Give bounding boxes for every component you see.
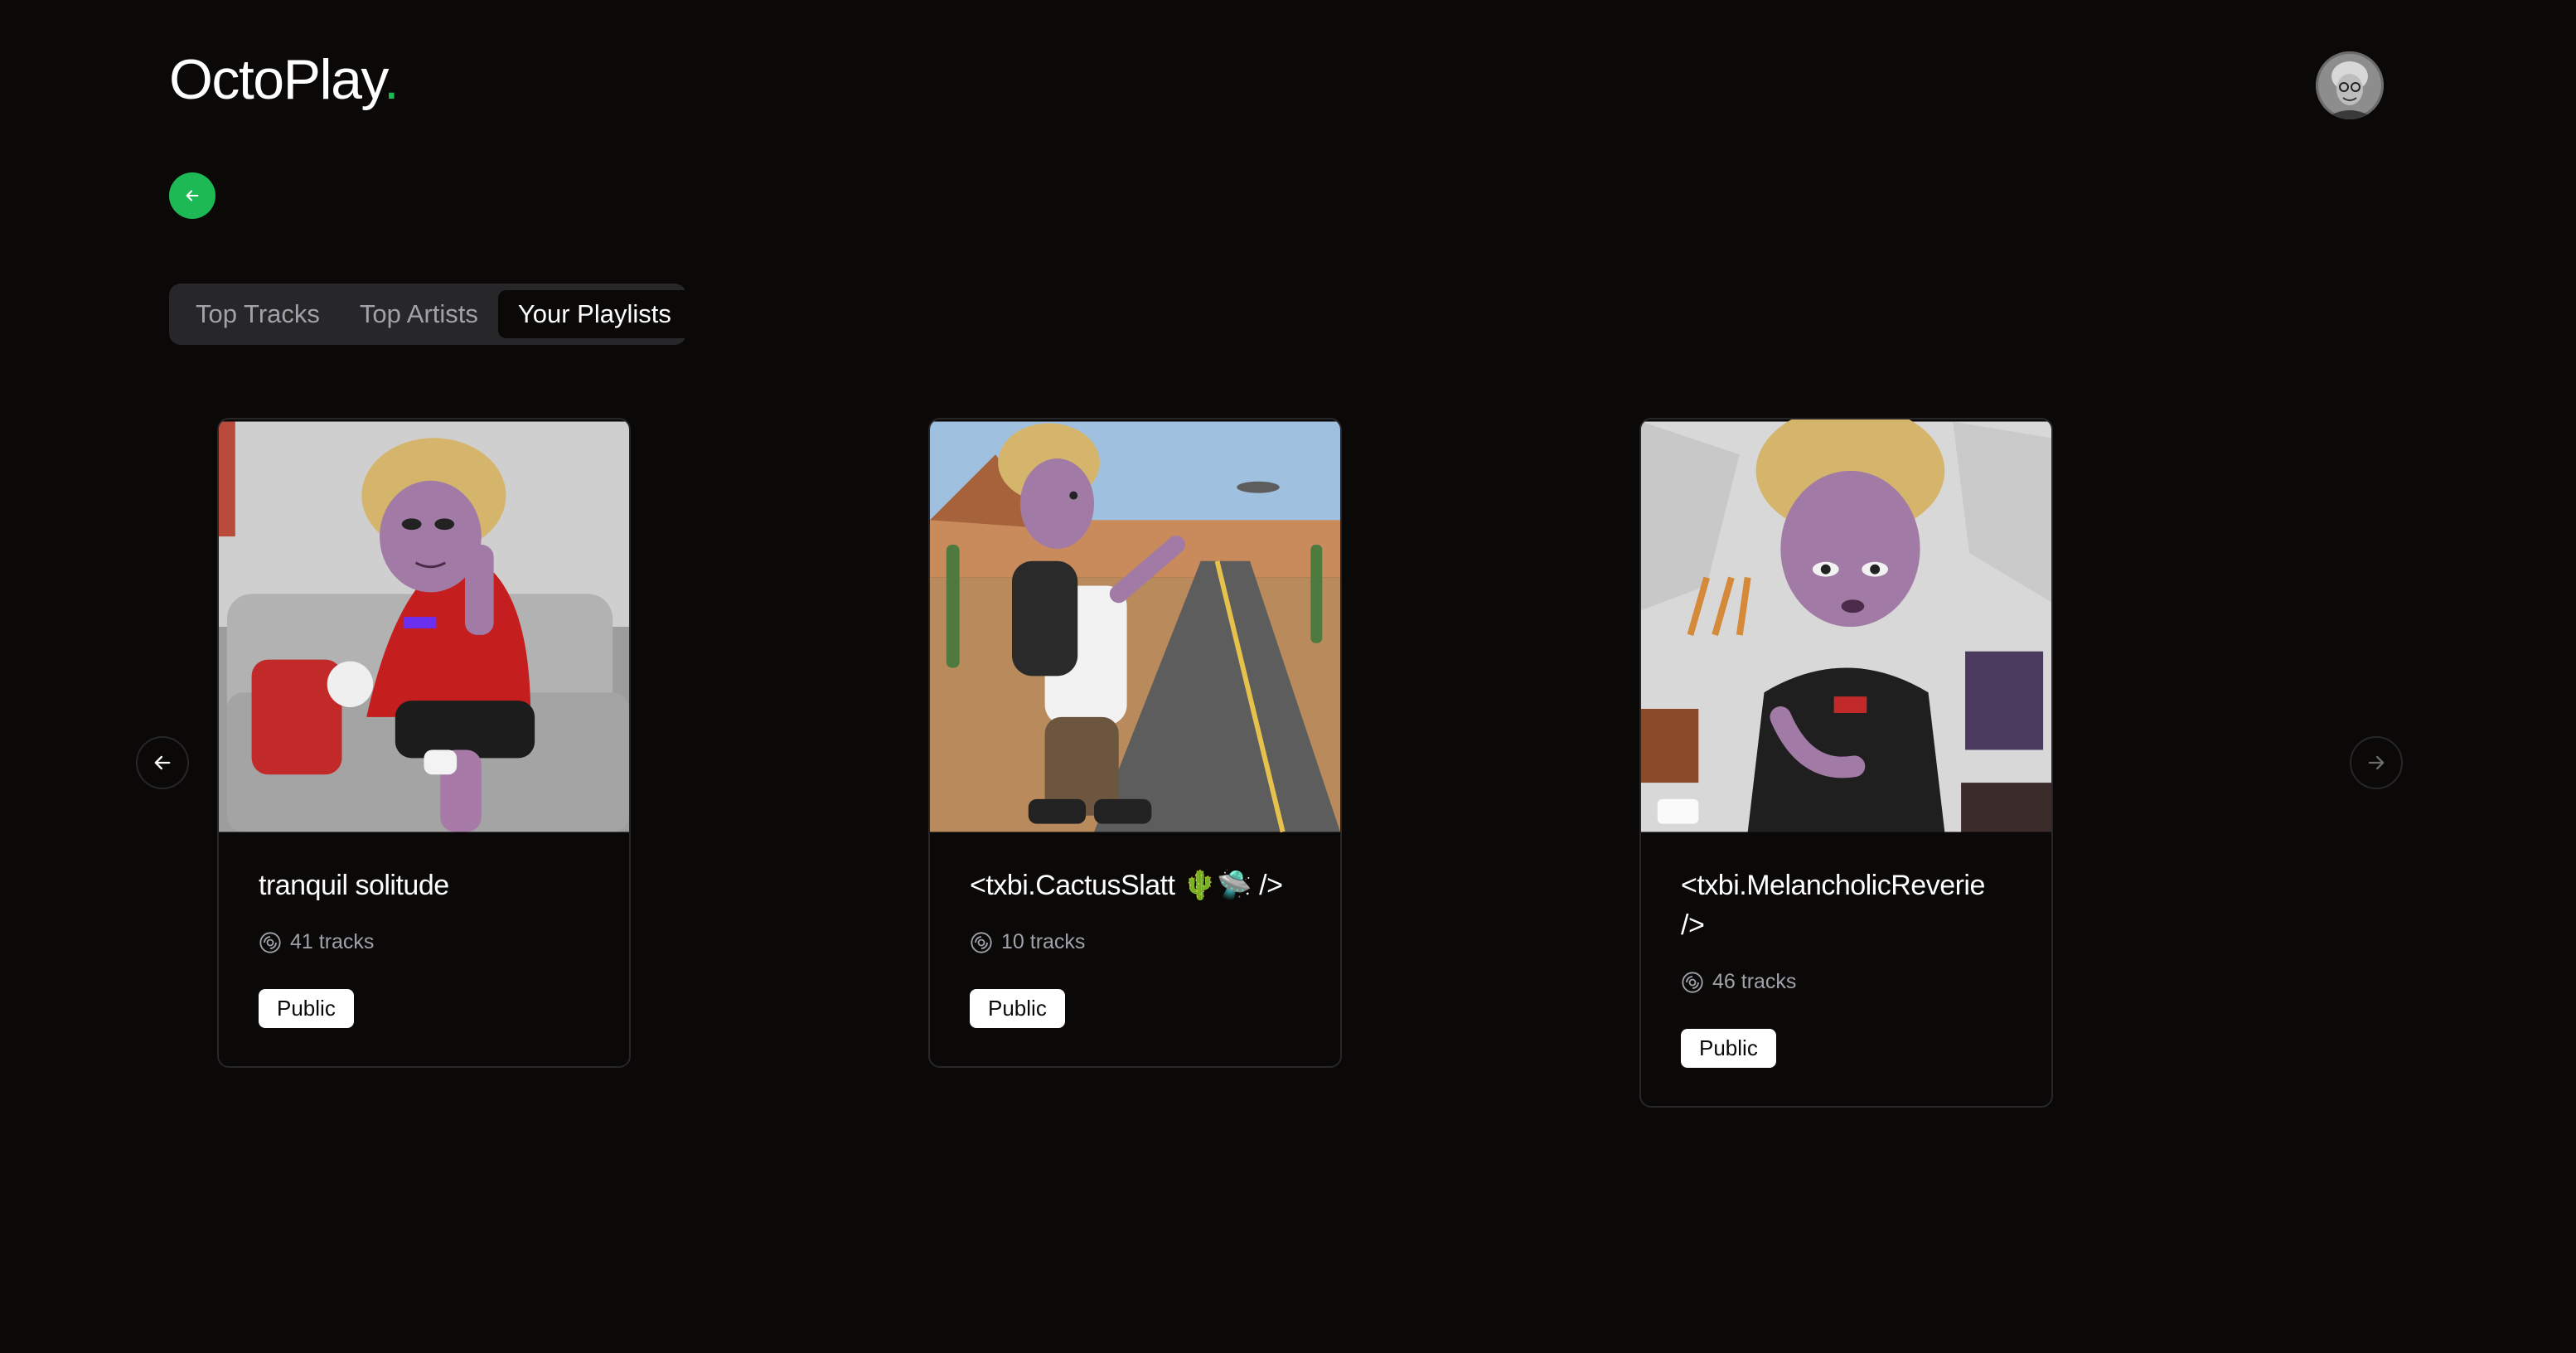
user-avatar[interactable] [2316,51,2384,119]
carousel-prev-button[interactable] [136,736,189,789]
playlist-card[interactable]: <txbi.CactusSlatt 🌵🛸 /> 10 tracks Public [928,418,1342,1068]
playlist-card[interactable]: tranquil solitude 41 tracks Public [217,418,631,1068]
playlist-card[interactable]: <txbi.MelancholicReverie /> 46 tracks Pu… [1639,418,2053,1108]
tab-list: Top Tracks Top Artists Your Playlists [169,284,691,345]
avatar-image [2316,51,2384,119]
disc-icon [971,931,992,953]
tab-top-artists[interactable]: Top Artists [340,290,498,338]
playlist-track-count: 46 tracks [1681,970,2012,994]
track-count-label: 10 tracks [1001,930,1086,953]
track-count-label: 46 tracks [1712,970,1797,993]
playlist-cover-image [930,421,1340,833]
arrow-left-icon [154,755,171,770]
arrow-left-icon [186,190,199,201]
playlist-title[interactable]: tranquil solitude [259,866,589,905]
playlist-title[interactable]: <txbi.CactusSlatt 🌵🛸 /> [970,866,1300,905]
playlist-title[interactable]: <txbi.MelancholicReverie /> [1681,866,2012,945]
logo-dot: . [383,48,399,111]
carousel-next-button[interactable] [2350,736,2403,789]
visibility-badge: Public [1681,1029,1776,1068]
app-logo[interactable]: OctoPlay. [169,48,399,111]
playlist-track-count: 10 tracks [970,930,1300,954]
visibility-badge: Public [970,989,1065,1028]
arrow-right-icon [2368,755,2385,770]
playlist-cover-image [1641,419,2051,832]
back-button[interactable] [169,172,215,219]
visibility-badge: Public [259,989,354,1028]
playlist-track-count: 41 tracks [259,930,589,954]
tab-your-playlists[interactable]: Your Playlists [497,290,691,338]
disc-icon [259,931,281,953]
playlist-cover-image [219,421,629,832]
track-count-label: 41 tracks [290,930,375,953]
disc-icon [1682,971,1703,993]
logo-text: OctoPlay [169,48,385,111]
tab-top-tracks[interactable]: Top Tracks [176,290,340,338]
